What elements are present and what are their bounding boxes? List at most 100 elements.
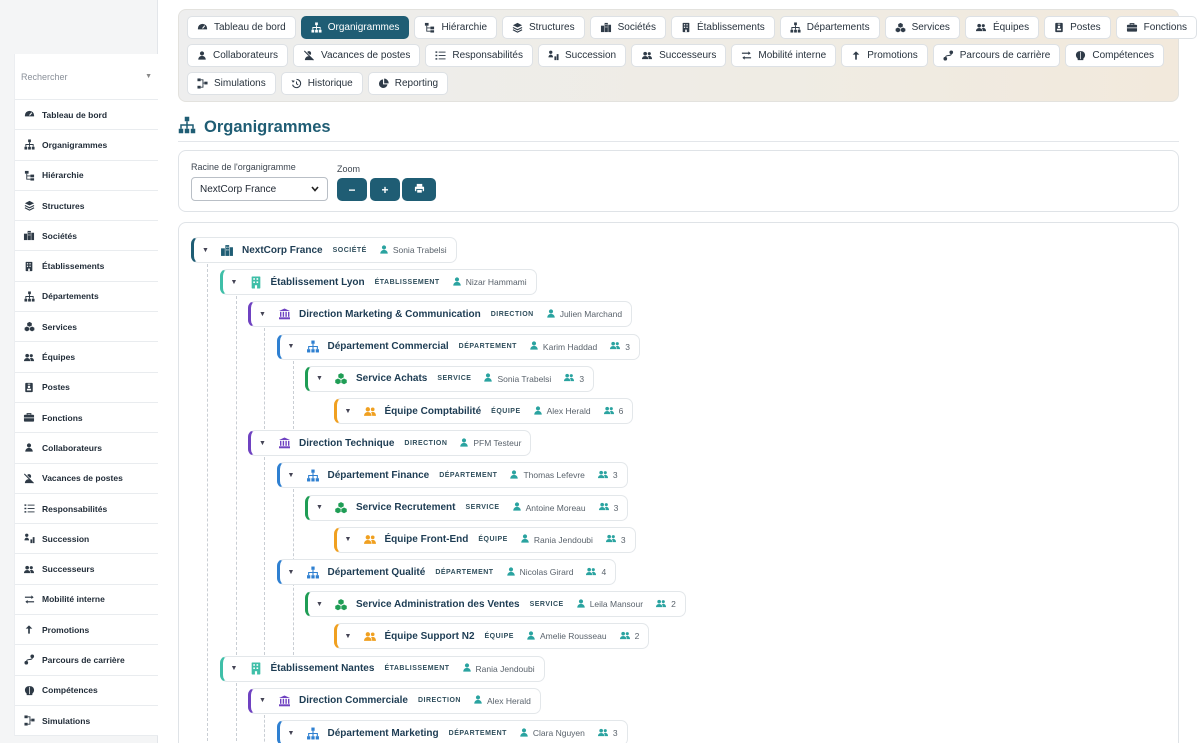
nav-tab-tableau-de-bord[interactable]: Tableau de bord — [187, 16, 296, 39]
manager-name: Karim Haddad — [542, 341, 598, 352]
sidebar-item-services[interactable]: Services — [15, 312, 158, 343]
sidebar-item-mobilite-interne[interactable]: Mobilité interne — [15, 585, 158, 616]
collapse-toggle-icon[interactable]: ▼ — [259, 311, 267, 318]
collapse-toggle-icon[interactable]: ▼ — [316, 504, 324, 511]
route-icon — [943, 50, 954, 61]
collapse-toggle-icon[interactable]: ▼ — [316, 375, 324, 382]
nav-tab-succession[interactable]: Succession — [537, 44, 627, 67]
nav-tab-collaborateurs[interactable]: Collaborateurs — [187, 44, 289, 67]
org-node-equipe[interactable]: ▼ Équipe Support N2 ÉQUIPE Amelie Rousseau 2 — [333, 623, 650, 650]
user-icon — [509, 469, 519, 482]
sidebar-item-departements[interactable]: Départements — [15, 282, 158, 313]
collapse-toggle-icon[interactable]: ▼ — [316, 601, 324, 608]
history-icon — [291, 78, 302, 89]
root-select[interactable]: NextCorp France — [191, 177, 328, 201]
sidebar-item-fonctions[interactable]: Fonctions — [15, 403, 158, 434]
nav-tab-organigrammes[interactable]: Organigrammes — [300, 16, 410, 39]
node-name: Service Administration des Ventes — [356, 598, 520, 610]
collapse-toggle-icon[interactable]: ▼ — [288, 730, 296, 737]
nav-tab-competences[interactable]: Compétences — [1065, 44, 1165, 67]
sidebar-item-parcours-de-carriere[interactable]: Parcours de carrière — [15, 645, 158, 676]
nav-tab-reporting[interactable]: Reporting — [367, 72, 449, 95]
office-icon — [248, 276, 264, 289]
collapse-toggle-icon[interactable]: ▼ — [288, 569, 296, 576]
org-node-etablissement[interactable]: ▼ Établissement Lyon ÉTABLISSEMENT Nizar Ha… — [219, 269, 537, 296]
sidebar-item-label: Tableau de bord — [42, 109, 108, 120]
org-node-service[interactable]: ▼ Service Recrutement SERVICE Antoine Morea… — [305, 494, 629, 521]
nav-tab-hierarchie[interactable]: Hiérarchie — [414, 16, 498, 39]
nav-tab-successeurs[interactable]: Successeurs — [631, 44, 727, 67]
brain-icon — [22, 685, 36, 696]
sidebar-item-successeurs[interactable]: Successeurs — [15, 554, 158, 585]
nav-tab-equipes[interactable]: Équipes — [964, 16, 1040, 39]
collapse-toggle-icon[interactable]: ▼ — [345, 633, 353, 640]
manager-name: Amelie Rousseau — [539, 631, 607, 642]
node-name: Équipe Front-End — [384, 534, 469, 546]
sidebar-item-competences[interactable]: Compétences — [15, 676, 158, 706]
nav-tab-promotions[interactable]: Promotions — [841, 44, 928, 67]
nav-tab-structures[interactable]: Structures — [502, 16, 585, 39]
zoom-out-button[interactable]: − — [337, 178, 367, 201]
org-node-service[interactable]: ▼ Service Administration des Ventes SERVIC… — [305, 591, 686, 618]
headcount-value: 4 — [601, 567, 607, 577]
org-node-direction[interactable]: ▼ Direction Commerciale DIRECTION Alex Hera… — [248, 687, 541, 714]
org-node-direction[interactable]: ▼ Direction Technique DIRECTION PFM Testeur — [248, 430, 532, 457]
sidebar-item-etablissements[interactable]: Établissements — [15, 251, 158, 282]
collapse-toggle-icon[interactable]: ▼ — [345, 408, 353, 415]
sidebar-item-equipes[interactable]: Équipes — [15, 342, 158, 373]
collapse-toggle-icon[interactable]: ▼ — [231, 279, 239, 286]
collapse-toggle-icon[interactable]: ▼ — [288, 343, 296, 350]
sidebar-item-organigrammes[interactable]: Organigrammes — [15, 130, 158, 161]
org-node-service[interactable]: ▼ Service Achats SERVICE Sonia Trabelsi 3 — [305, 365, 595, 392]
sitemap-icon — [305, 566, 321, 579]
sidebar-item-succession[interactable]: Succession — [15, 524, 158, 555]
sidebar-item-postes[interactable]: Postes — [15, 373, 158, 403]
sidebar-item-hierarchie[interactable]: Hiérarchie — [15, 161, 158, 191]
nav-tab-responsabilites[interactable]: Responsabilités — [425, 44, 533, 67]
collapse-toggle-icon[interactable]: ▼ — [345, 536, 353, 543]
node-type-badge: DIRECTION — [404, 439, 448, 447]
sidebar-item-simulations[interactable]: Simulations — [15, 706, 158, 737]
sidebar-item-promotions[interactable]: Promotions — [15, 615, 158, 646]
sidebar-item-responsabilites[interactable]: Responsabilités — [15, 494, 158, 525]
user-slash-icon — [22, 473, 36, 484]
org-node-equipe[interactable]: ▼ Équipe Comptabilité ÉQUIPE Alex Herald 6 — [333, 398, 634, 424]
org-node-departement[interactable]: ▼ Département Commercial DÉPARTEMENT Karim … — [276, 333, 640, 360]
sidebar-item-label: Succession — [42, 533, 90, 544]
collapse-toggle-icon[interactable]: ▼ — [231, 665, 239, 672]
nav-tab-services[interactable]: Services — [884, 16, 960, 39]
root-label: Racine de l'organigramme — [191, 162, 296, 172]
sidebar-item-vacances-de-postes[interactable]: Vacances de postes — [15, 464, 158, 494]
nav-tab-societes[interactable]: Sociétés — [589, 16, 666, 39]
org-node-equipe[interactable]: ▼ Équipe Front-End ÉQUIPE Rania Jendoubi 3 — [333, 526, 636, 553]
org-node-direction[interactable]: ▼ Direction Marketing & Communication DIRE… — [248, 301, 633, 328]
collapse-toggle-icon[interactable]: ▼ — [288, 472, 296, 479]
collapse-toggle-icon[interactable]: ▼ — [259, 440, 267, 447]
node-manager: Nicolas Girard — [506, 566, 573, 579]
nav-tab-parcours-de-carriere[interactable]: Parcours de carrière — [932, 44, 1061, 67]
org-node-etablissement[interactable]: ▼ Établissement Nantes ÉTABLISSEMENT Rania … — [219, 655, 545, 682]
org-node-departement[interactable]: ▼ Département Finance DÉPARTEMENT Thomas Le… — [276, 462, 628, 489]
org-node-departement[interactable]: ▼ Département Qualité DÉPARTEMENT Nicolas G… — [276, 559, 617, 585]
sidebar-item-tableau-de-bord[interactable]: Tableau de bord — [15, 100, 158, 131]
zoom-in-button[interactable]: + — [370, 178, 400, 201]
print-button[interactable] — [402, 178, 436, 201]
org-node-departement[interactable]: ▼ Département Marketing DÉPARTEMENT Clara N… — [276, 720, 628, 743]
sidebar-search-select[interactable]: Rechercher ▼ — [15, 54, 158, 100]
nav-tab-mobilite-interne[interactable]: Mobilité interne — [731, 44, 837, 67]
sidebar-item-label: Établissements — [42, 261, 105, 272]
collapse-toggle-icon[interactable]: ▼ — [202, 247, 210, 254]
nav-tab-vacances-de-postes[interactable]: Vacances de postes — [293, 44, 421, 67]
nav-tab-etablissements[interactable]: Établissements — [670, 16, 775, 39]
nav-tab-fonctions[interactable]: Fonctions — [1115, 16, 1198, 39]
nav-tab-departements[interactable]: Départements — [779, 16, 880, 39]
nav-tab-simulations[interactable]: Simulations — [187, 72, 276, 95]
sidebar-item-collaborateurs[interactable]: Collaborateurs — [15, 433, 158, 464]
node-manager: Karim Haddad — [529, 340, 597, 353]
nav-tab-postes[interactable]: Postes — [1044, 16, 1111, 39]
sidebar-item-structures[interactable]: Structures — [15, 191, 158, 222]
org-node-societe[interactable]: ▼ NextCorp France SOCIÉTÉ Sonia Trabelsi — [191, 237, 457, 263]
nav-tab-historique[interactable]: Historique — [280, 72, 363, 95]
sidebar-item-societes[interactable]: Sociétés — [15, 221, 158, 252]
collapse-toggle-icon[interactable]: ▼ — [259, 697, 267, 704]
